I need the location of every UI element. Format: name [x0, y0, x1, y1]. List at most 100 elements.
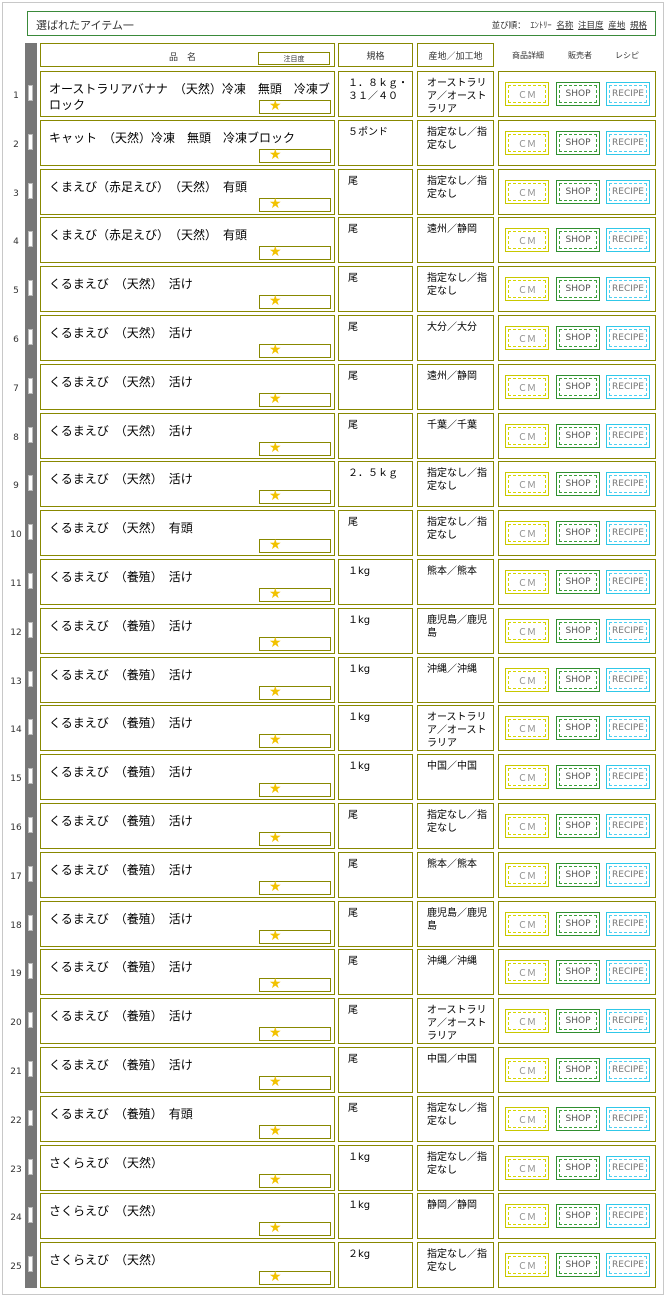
- recipe-button[interactable]: RECIPE: [606, 1156, 650, 1180]
- cm-button[interactable]: ＣＭ: [505, 1253, 549, 1277]
- cm-button[interactable]: ＣＭ: [505, 375, 549, 399]
- shop-button[interactable]: SHOP: [556, 1058, 600, 1082]
- cm-button[interactable]: ＣＭ: [505, 521, 549, 545]
- cm-button[interactable]: ＣＭ: [505, 619, 549, 643]
- shop-button[interactable]: SHOP: [556, 765, 600, 789]
- shop-button[interactable]: SHOP: [556, 521, 600, 545]
- cm-button[interactable]: ＣＭ: [505, 131, 549, 155]
- recipe-button[interactable]: RECIPE: [606, 1058, 650, 1082]
- recipe-button[interactable]: RECIPE: [606, 1253, 650, 1277]
- shop-button[interactable]: SHOP: [556, 277, 600, 301]
- cm-button[interactable]: ＣＭ: [505, 863, 549, 887]
- shop-button[interactable]: SHOP: [556, 472, 600, 496]
- shop-button[interactable]: SHOP: [556, 814, 600, 838]
- sort-by-spec-link[interactable]: 規格: [630, 21, 647, 31]
- star-icon: ★: [269, 1025, 282, 1041]
- cm-button[interactable]: ＣＭ: [505, 716, 549, 740]
- column-header-detail: 商品詳細: [512, 50, 544, 60]
- shop-button[interactable]: SHOP: [556, 424, 600, 448]
- recipe-button-label: RECIPE: [612, 967, 644, 977]
- cm-button[interactable]: ＣＭ: [505, 1058, 549, 1082]
- shop-button[interactable]: SHOP: [556, 619, 600, 643]
- cm-button[interactable]: ＣＭ: [505, 424, 549, 448]
- item-row: 20 くるまえび （養殖） 活け ★ 尾 オーストラリア／オーストラリア ＣＭ …: [0, 998, 668, 1044]
- recipe-button[interactable]: RECIPE: [606, 277, 650, 301]
- recipe-button[interactable]: RECIPE: [606, 424, 650, 448]
- recipe-button[interactable]: RECIPE: [606, 180, 650, 204]
- recipe-button[interactable]: RECIPE: [606, 1009, 650, 1033]
- recipe-button[interactable]: RECIPE: [606, 912, 650, 936]
- recipe-button[interactable]: RECIPE: [606, 960, 650, 984]
- shop-button[interactable]: SHOP: [556, 716, 600, 740]
- recipe-button[interactable]: RECIPE: [606, 82, 650, 106]
- cm-button[interactable]: ＣＭ: [505, 1009, 549, 1033]
- shop-button[interactable]: SHOP: [556, 228, 600, 252]
- attention-box: ★: [259, 1074, 331, 1090]
- shop-button[interactable]: SHOP: [556, 1107, 600, 1131]
- recipe-button[interactable]: RECIPE: [606, 814, 650, 838]
- cm-button[interactable]: ＣＭ: [505, 82, 549, 106]
- cm-button[interactable]: ＣＭ: [505, 326, 549, 350]
- shop-button[interactable]: SHOP: [556, 82, 600, 106]
- row-marker: [28, 768, 33, 784]
- shop-button[interactable]: SHOP: [556, 1009, 600, 1033]
- cm-button[interactable]: ＣＭ: [505, 668, 549, 692]
- row-number: 14: [10, 725, 22, 735]
- item-spec-cell: 尾: [338, 217, 413, 263]
- item-name-cell: くるまえび （養殖） 活け ★: [40, 852, 335, 898]
- recipe-button[interactable]: RECIPE: [606, 863, 650, 887]
- shop-button[interactable]: SHOP: [556, 326, 600, 350]
- sort-by-origin-link[interactable]: 産地: [608, 21, 625, 31]
- item-spec: 尾: [348, 371, 358, 382]
- shop-button[interactable]: SHOP: [556, 960, 600, 984]
- item-name-cell: くるまえび （養殖） 活け ★: [40, 608, 335, 654]
- item-origin-cell: 指定なし／指定なし: [417, 266, 494, 312]
- attention-box: ★: [259, 781, 331, 797]
- cm-button[interactable]: ＣＭ: [505, 570, 549, 594]
- recipe-button[interactable]: RECIPE: [606, 619, 650, 643]
- cm-button[interactable]: ＣＭ: [505, 765, 549, 789]
- recipe-button[interactable]: RECIPE: [606, 1204, 650, 1228]
- shop-button[interactable]: SHOP: [556, 375, 600, 399]
- shop-button[interactable]: SHOP: [556, 131, 600, 155]
- item-row: 5 くるまえび （天然） 活け ★ 尾 指定なし／指定なし ＣＭ SHOP RE…: [0, 266, 668, 312]
- cm-button[interactable]: ＣＭ: [505, 1107, 549, 1131]
- cm-button[interactable]: ＣＭ: [505, 912, 549, 936]
- cm-button[interactable]: ＣＭ: [505, 1204, 549, 1228]
- cm-button[interactable]: ＣＭ: [505, 472, 549, 496]
- row-number: 10: [10, 530, 22, 540]
- item-origin: 大分／大分: [427, 322, 477, 333]
- cm-button[interactable]: ＣＭ: [505, 960, 549, 984]
- shop-button[interactable]: SHOP: [556, 668, 600, 692]
- recipe-button[interactable]: RECIPE: [606, 472, 650, 496]
- recipe-button[interactable]: RECIPE: [606, 326, 650, 350]
- cm-button[interactable]: ＣＭ: [505, 814, 549, 838]
- recipe-button[interactable]: RECIPE: [606, 716, 650, 740]
- recipe-button-label: RECIPE: [612, 479, 644, 489]
- shop-button[interactable]: SHOP: [556, 863, 600, 887]
- sort-by-attention-link[interactable]: 注目度: [578, 21, 604, 31]
- shop-button[interactable]: SHOP: [556, 1253, 600, 1277]
- sort-by-name-link[interactable]: 名称: [556, 21, 573, 31]
- row-number: 15: [10, 774, 22, 784]
- shop-button[interactable]: SHOP: [556, 180, 600, 204]
- cm-button[interactable]: ＣＭ: [505, 277, 549, 301]
- recipe-button[interactable]: RECIPE: [606, 375, 650, 399]
- cm-button[interactable]: ＣＭ: [505, 1156, 549, 1180]
- recipe-button[interactable]: RECIPE: [606, 131, 650, 155]
- recipe-button[interactable]: RECIPE: [606, 765, 650, 789]
- shop-button[interactable]: SHOP: [556, 912, 600, 936]
- recipe-button[interactable]: RECIPE: [606, 668, 650, 692]
- shop-button[interactable]: SHOP: [556, 570, 600, 594]
- item-name: くまえび（赤足えび） （天然） 有頭: [49, 180, 248, 194]
- shop-button[interactable]: SHOP: [556, 1156, 600, 1180]
- recipe-button[interactable]: RECIPE: [606, 228, 650, 252]
- recipe-button[interactable]: RECIPE: [606, 1107, 650, 1131]
- cm-button[interactable]: ＣＭ: [505, 180, 549, 204]
- star-icon: ★: [269, 1074, 282, 1090]
- cm-button[interactable]: ＣＭ: [505, 228, 549, 252]
- item-actions-cell: ＣＭ SHOP RECIPE: [498, 949, 656, 995]
- recipe-button[interactable]: RECIPE: [606, 521, 650, 545]
- recipe-button[interactable]: RECIPE: [606, 570, 650, 594]
- shop-button[interactable]: SHOP: [556, 1204, 600, 1228]
